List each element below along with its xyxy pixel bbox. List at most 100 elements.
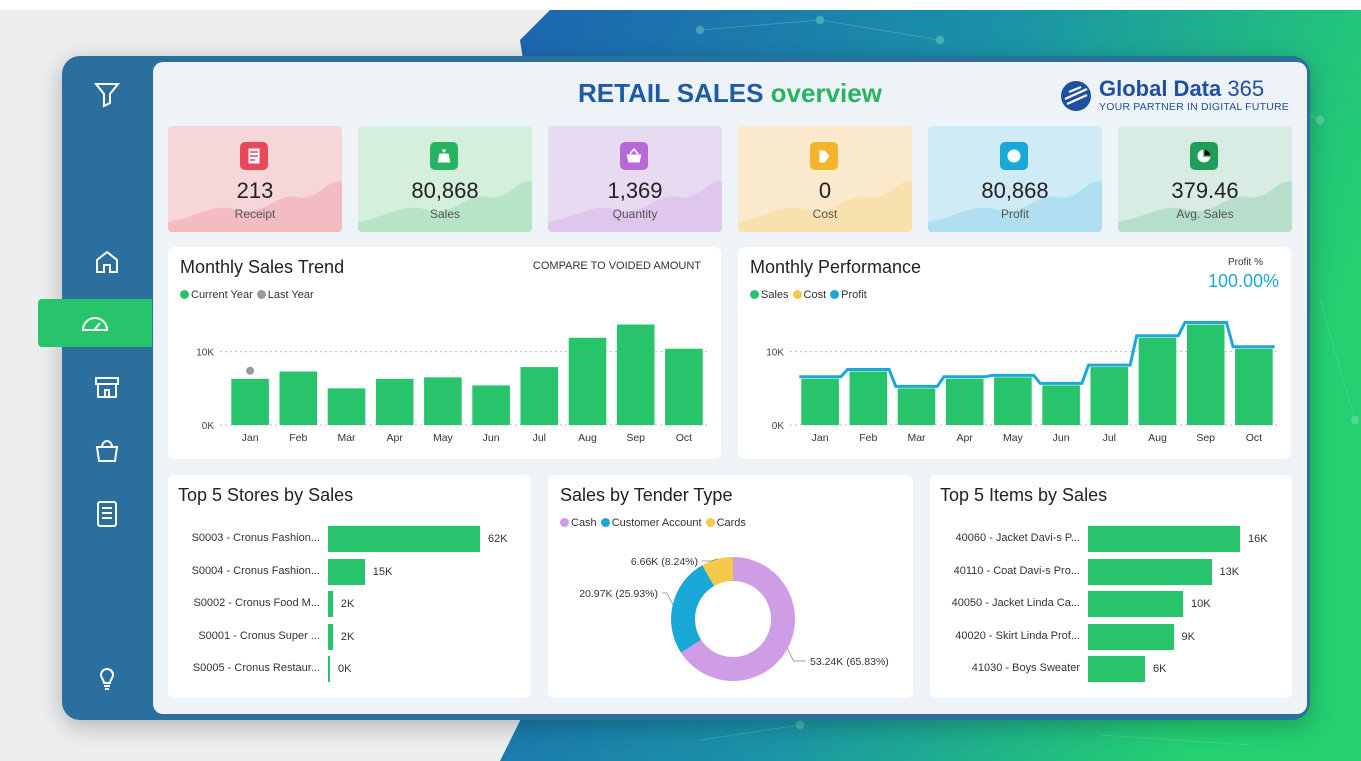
x-tick-label: Apr	[957, 432, 974, 444]
top-items-card: Top 5 Items by Sales 40060 - Jacket Davi…	[930, 475, 1292, 698]
report-icon[interactable]	[62, 494, 152, 534]
bar[interactable]	[328, 526, 480, 552]
kpi-card-sales: 80,868 Sales	[358, 126, 532, 232]
kpi-card-quantity: 1,369 Quantity	[548, 126, 722, 232]
bar-category-label: 40060 - Jacket Davi-s P...	[955, 532, 1080, 544]
compare-link[interactable]: COMPARE TO VOIDED AMOUNT	[533, 260, 701, 272]
bar-jul[interactable]	[1090, 367, 1129, 425]
bar[interactable]	[328, 591, 333, 617]
profit-percent-label: Profit %	[1227, 257, 1263, 268]
bar-row[interactable]: 40060 - Jacket Davi-s P... 16K	[930, 526, 1290, 552]
bar-sep[interactable]	[616, 324, 655, 425]
donut-slice-label: 20.97K (25.93%)	[579, 588, 658, 600]
bar-category-label: S0005 - Cronus Restaur...	[192, 662, 320, 674]
bar-row[interactable]: S0001 - Cronus Super ... 2K	[168, 623, 528, 650]
kpi-card-profit: 80,868 Profit	[928, 126, 1102, 232]
receipt-icon	[240, 142, 268, 170]
bar-jul[interactable]	[520, 367, 559, 425]
bar-value-label: 15K	[372, 565, 393, 578]
dashboard-icon[interactable]	[38, 299, 152, 347]
home-icon[interactable]	[62, 242, 152, 282]
brand-tagline: YOUR PARTNER IN DIGITAL FUTURE	[1099, 101, 1289, 113]
bar-value-label: 2K	[340, 598, 355, 610]
kpi-card-cost: 0 Cost	[738, 126, 912, 232]
bar-jan[interactable]	[231, 378, 269, 425]
x-tick-label: Jan	[812, 432, 829, 444]
tender-type-card: Sales by Tender Type Cash Customer Accou…	[548, 475, 913, 698]
bar-row[interactable]: S0002 - Cronus Food M... 2K	[168, 591, 528, 617]
bar-may[interactable]	[424, 377, 462, 425]
kpi-value: 80,868	[981, 178, 1049, 203]
last-year-point[interactable]	[246, 366, 255, 375]
kpi-label: Sales	[429, 207, 461, 221]
kpi-value: 213	[236, 178, 274, 203]
chart-legend: Current Year Last Year	[180, 289, 314, 301]
bar[interactable]	[1088, 656, 1145, 682]
bar-jun[interactable]	[1042, 385, 1080, 425]
bar[interactable]	[328, 623, 333, 650]
x-tick-label: Feb	[859, 432, 877, 444]
bulb-icon[interactable]	[62, 658, 152, 698]
bar-sep[interactable]	[1186, 324, 1225, 425]
bag-icon[interactable]	[62, 430, 152, 470]
bar[interactable]	[328, 558, 365, 585]
bar-oct[interactable]	[665, 348, 703, 425]
card-title: Top 5 Stores by Sales	[178, 485, 354, 505]
donut-slice-customer-account[interactable]	[671, 565, 715, 653]
kpi-value: 1,369	[607, 178, 663, 203]
bar-row[interactable]: S0004 - Cronus Fashion... 15K	[168, 558, 528, 585]
bar[interactable]	[328, 656, 330, 682]
x-tick-label: Sep	[1196, 432, 1215, 444]
bar-row[interactable]: 41030 - Boys Sweater 6K	[930, 656, 1290, 682]
top-items-chart: 40060 - Jacket Davi-s P... 16K 40110 - Coa…	[930, 526, 1292, 696]
bar-row[interactable]: 40050 - Jacket Linda Ca... 10K	[930, 591, 1290, 617]
bar-apr[interactable]	[375, 378, 414, 425]
bar-category-label: 40020 - Skirt Linda Prof...	[955, 629, 1080, 642]
legend-profit: Profit	[830, 289, 867, 301]
bar-jun[interactable]	[472, 385, 510, 425]
brand-name: Global Data 365	[1099, 76, 1264, 102]
bar-value-label: 9K	[1181, 630, 1195, 643]
title-secondary: overview	[770, 78, 882, 108]
brand-logo: Global Data 365 YOUR PARTNER IN DIGITAL …	[1059, 76, 1289, 116]
leader-line	[787, 648, 806, 662]
bar-mar[interactable]	[327, 388, 366, 425]
bar[interactable]	[1088, 526, 1240, 552]
bar-aug[interactable]	[568, 337, 607, 425]
kpi-value: 80,868	[411, 178, 479, 203]
bar-row[interactable]: 40110 - Coat Davi-s Pro... 13K	[930, 558, 1290, 585]
store-icon[interactable]	[62, 367, 152, 407]
bar[interactable]	[1088, 558, 1212, 585]
kpi-card-avg-sales: 379.46 Avg. Sales	[1118, 126, 1292, 232]
sidebar	[38, 56, 152, 720]
bar-row[interactable]: S0005 - Cronus Restaur... 0K	[168, 656, 528, 682]
chart-legend: Sales Cost Profit	[750, 289, 867, 301]
chart-legend: Cash Customer Account Cards	[560, 517, 746, 529]
filter-icon[interactable]	[62, 74, 152, 114]
bar-apr[interactable]	[945, 378, 984, 425]
bar-aug[interactable]	[1138, 337, 1177, 425]
bar-jan[interactable]	[801, 378, 839, 425]
legend-cards: Cards	[705, 517, 746, 529]
bar-category-label: S0001 - Cronus Super ...	[198, 629, 320, 642]
legend-customer-account: Customer Account	[600, 517, 702, 529]
bar-may[interactable]	[994, 377, 1032, 425]
bar-row[interactable]: S0003 - Cronus Fashion... 62K	[168, 526, 528, 552]
bar[interactable]	[1088, 623, 1174, 650]
kpi-label: Avg. Sales	[1176, 207, 1234, 221]
bar-mar[interactable]	[897, 388, 936, 425]
kpi-label: Profit	[1000, 207, 1029, 221]
bar-row[interactable]: 40020 - Skirt Linda Prof... 9K	[930, 623, 1290, 650]
top-stores-chart: S0003 - Cronus Fashion... 62K S0004 - Cron…	[168, 526, 531, 696]
bar[interactable]	[1088, 591, 1183, 617]
bar-feb[interactable]	[279, 371, 318, 425]
bar-oct[interactable]	[1235, 348, 1273, 425]
x-tick-label: Apr	[387, 432, 404, 444]
bar-value-label: 6K	[1153, 663, 1167, 675]
legend-cash: Cash	[560, 517, 597, 529]
bar-feb[interactable]	[849, 371, 888, 425]
x-tick-label: Jun	[483, 432, 500, 444]
bar-category-label: S0002 - Cronus Food M...	[193, 597, 320, 609]
legend-cost: Cost	[792, 289, 826, 301]
globe-icon	[1061, 81, 1091, 111]
